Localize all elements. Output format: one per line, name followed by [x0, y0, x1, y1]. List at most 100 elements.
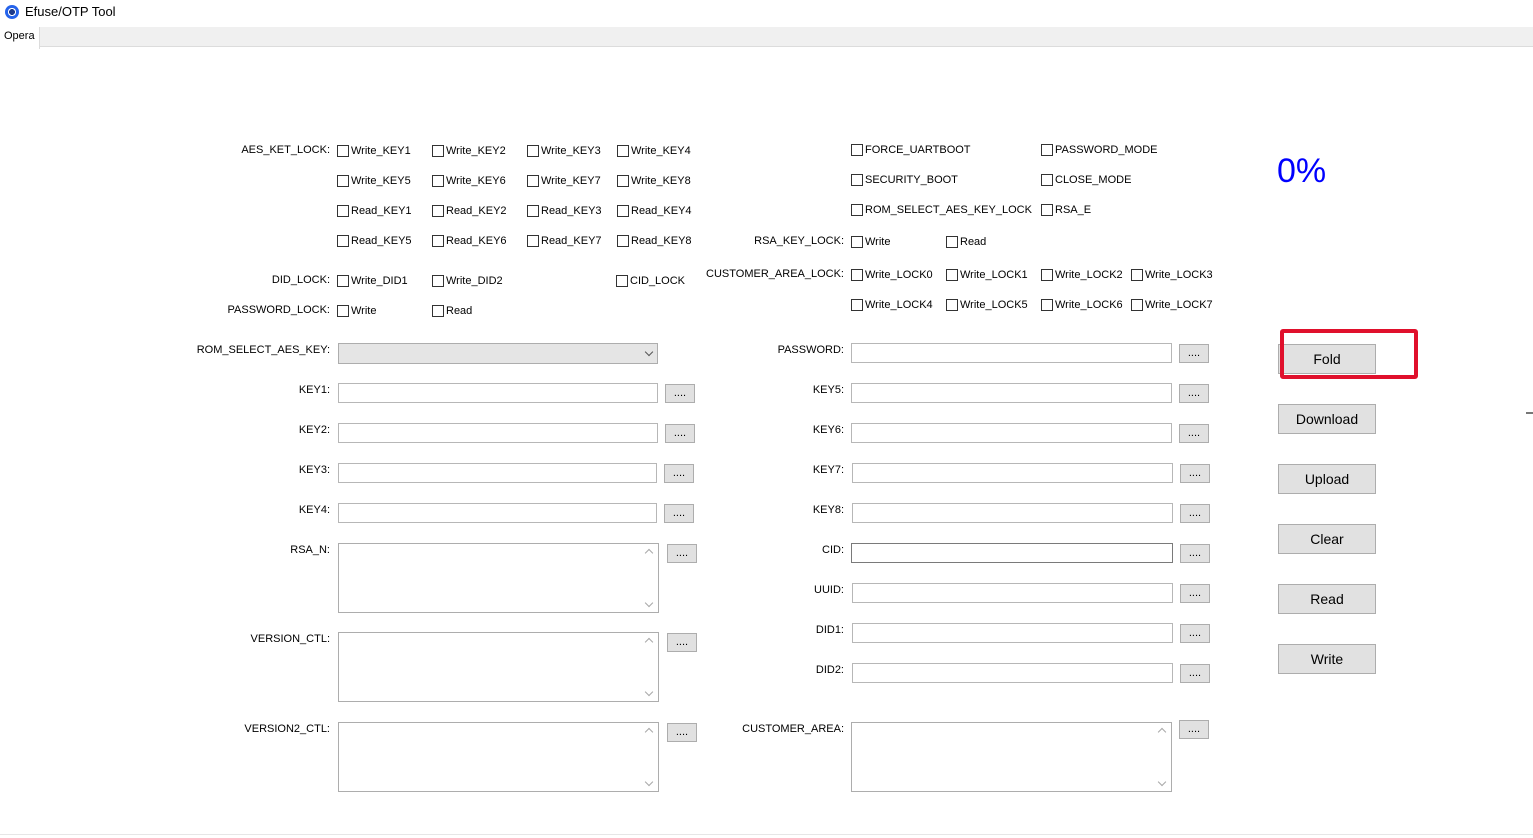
download-button[interactable]: Download: [1278, 404, 1376, 434]
scroll-down-icon[interactable]: [644, 777, 654, 787]
checkbox-read-key2[interactable]: Read_KEY2: [432, 205, 507, 217]
key6-browse-button[interactable]: ....: [1179, 424, 1209, 443]
version-ctl-browse-button[interactable]: ....: [667, 633, 697, 652]
checkbox-write-key1[interactable]: Write_KEY1: [337, 145, 411, 157]
version-ctl-textarea[interactable]: [338, 632, 659, 702]
key3-input[interactable]: [338, 463, 657, 483]
key2-browse-button[interactable]: ....: [665, 424, 695, 443]
checkbox-box[interactable]: [337, 235, 349, 247]
key8-browse-button[interactable]: ....: [1180, 504, 1210, 523]
checkbox-write-key2[interactable]: Write_KEY2: [432, 145, 506, 157]
vertical-scrollbar[interactable]: [1155, 723, 1171, 791]
key1-browse-button[interactable]: ....: [665, 384, 695, 403]
key8-input[interactable]: [852, 503, 1173, 523]
checkbox-box[interactable]: [432, 235, 444, 247]
rom-select-aes-key-dropdown[interactable]: [338, 343, 658, 364]
checkbox-box[interactable]: [946, 236, 958, 248]
checkbox-write-lock5[interactable]: Write_LOCK5: [946, 299, 1028, 311]
checkbox-box[interactable]: [851, 204, 863, 216]
cid-browse-button[interactable]: ....: [1180, 544, 1210, 563]
clear-button[interactable]: Clear: [1278, 524, 1376, 554]
cid-input[interactable]: [851, 543, 1173, 563]
checkbox-password-write[interactable]: Write: [337, 305, 376, 317]
checkbox-write-key3[interactable]: Write_KEY3: [527, 145, 601, 157]
checkbox-box[interactable]: [946, 299, 958, 311]
key5-input[interactable]: [851, 383, 1172, 403]
checkbox-box[interactable]: [527, 145, 539, 157]
checkbox-read-key1[interactable]: Read_KEY1: [337, 205, 412, 217]
vertical-scrollbar[interactable]: [642, 544, 658, 612]
checkbox-box[interactable]: [617, 205, 629, 217]
checkbox-force-uartboot[interactable]: FORCE_UARTBOOT: [851, 144, 971, 156]
did2-input[interactable]: [852, 663, 1173, 683]
checkbox-write-lock6[interactable]: Write_LOCK6: [1041, 299, 1123, 311]
checkbox-box[interactable]: [1041, 299, 1053, 311]
rsa-n-textarea[interactable]: [338, 543, 659, 613]
rsa-n-browse-button[interactable]: ....: [667, 544, 697, 563]
checkbox-box[interactable]: [527, 205, 539, 217]
password-browse-button[interactable]: ....: [1179, 344, 1209, 363]
checkbox-write-key6[interactable]: Write_KEY6: [432, 175, 506, 187]
password-input[interactable]: [851, 343, 1172, 363]
scroll-up-icon[interactable]: [644, 637, 654, 647]
checkbox-box[interactable]: [851, 236, 863, 248]
checkbox-write-lock3[interactable]: Write_LOCK3: [1131, 269, 1213, 281]
checkbox-box[interactable]: [617, 235, 629, 247]
scroll-down-icon[interactable]: [1157, 777, 1167, 787]
version2-ctl-browse-button[interactable]: ....: [667, 723, 697, 742]
checkbox-box[interactable]: [337, 275, 349, 287]
checkbox-read-key8[interactable]: Read_KEY8: [617, 235, 692, 247]
checkbox-write-lock4[interactable]: Write_LOCK4: [851, 299, 933, 311]
checkbox-read-key4[interactable]: Read_KEY4: [617, 205, 692, 217]
checkbox-box[interactable]: [527, 235, 539, 247]
upload-button[interactable]: Upload: [1278, 464, 1376, 494]
uuid-browse-button[interactable]: ....: [1180, 584, 1210, 603]
key4-browse-button[interactable]: ....: [664, 504, 694, 523]
checkbox-write-did2[interactable]: Write_DID2: [432, 275, 503, 287]
checkbox-security-boot[interactable]: SECURITY_BOOT: [851, 174, 958, 186]
checkbox-box[interactable]: [1041, 204, 1053, 216]
key4-input[interactable]: [338, 503, 657, 523]
checkbox-box[interactable]: [851, 269, 863, 281]
checkbox-rsa-key-write[interactable]: Write: [851, 236, 890, 248]
checkbox-box[interactable]: [432, 145, 444, 157]
checkbox-write-lock0[interactable]: Write_LOCK0: [851, 269, 933, 281]
key1-input[interactable]: [338, 383, 658, 403]
scroll-down-icon[interactable]: [644, 687, 654, 697]
scroll-down-icon[interactable]: [644, 598, 654, 608]
checkbox-box[interactable]: [432, 305, 444, 317]
checkbox-box[interactable]: [851, 144, 863, 156]
checkbox-write-lock7[interactable]: Write_LOCK7: [1131, 299, 1213, 311]
checkbox-close-mode[interactable]: CLOSE_MODE: [1041, 174, 1131, 186]
checkbox-rsa-e[interactable]: RSA_E: [1041, 204, 1091, 216]
checkbox-write-key5[interactable]: Write_KEY5: [337, 175, 411, 187]
checkbox-rom-select-aes-key-lock[interactable]: ROM_SELECT_AES_KEY_LOCK: [851, 204, 1032, 216]
checkbox-box[interactable]: [432, 205, 444, 217]
key3-browse-button[interactable]: ....: [664, 464, 694, 483]
checkbox-write-key7[interactable]: Write_KEY7: [527, 175, 601, 187]
checkbox-read-key3[interactable]: Read_KEY3: [527, 205, 602, 217]
key7-input[interactable]: [852, 463, 1173, 483]
checkbox-box[interactable]: [337, 145, 349, 157]
write-button[interactable]: Write: [1278, 644, 1376, 674]
key6-input[interactable]: [851, 423, 1172, 443]
checkbox-read-key6[interactable]: Read_KEY6: [432, 235, 507, 247]
read-button[interactable]: Read: [1278, 584, 1376, 614]
customer-area-browse-button[interactable]: ....: [1179, 720, 1209, 739]
checkbox-box[interactable]: [432, 275, 444, 287]
checkbox-write-key4[interactable]: Write_KEY4: [617, 145, 691, 157]
vertical-scrollbar[interactable]: [642, 723, 658, 791]
checkbox-box[interactable]: [337, 175, 349, 187]
checkbox-write-did1[interactable]: Write_DID1: [337, 275, 408, 287]
checkbox-box[interactable]: [616, 275, 628, 287]
key2-input[interactable]: [338, 423, 658, 443]
scroll-up-icon[interactable]: [644, 727, 654, 737]
checkbox-password-read[interactable]: Read: [432, 305, 472, 317]
did1-browse-button[interactable]: ....: [1180, 624, 1210, 643]
checkbox-read-key7[interactable]: Read_KEY7: [527, 235, 602, 247]
checkbox-box[interactable]: [617, 145, 629, 157]
version2-ctl-textarea[interactable]: [338, 722, 659, 792]
checkbox-box[interactable]: [851, 174, 863, 186]
checkbox-box[interactable]: [432, 175, 444, 187]
checkbox-box[interactable]: [946, 269, 958, 281]
